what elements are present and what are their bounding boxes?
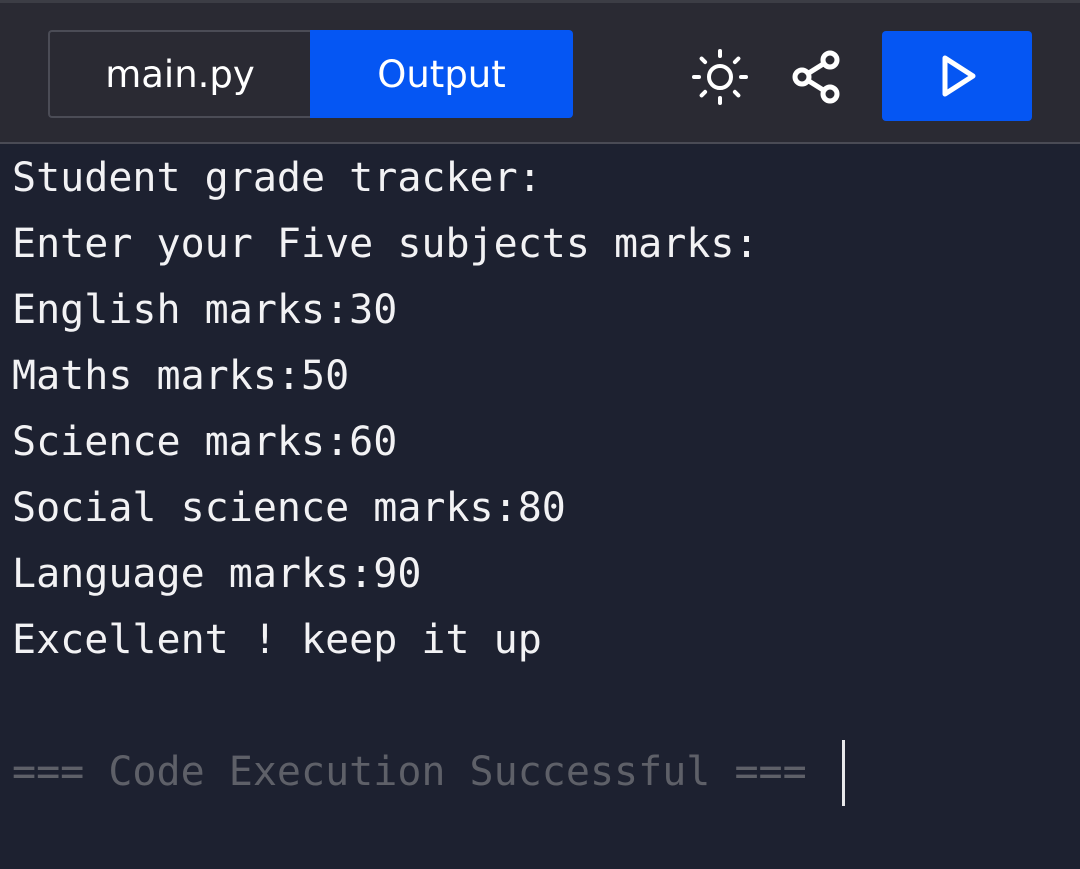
top-toolbar: main.py Output (0, 0, 1080, 144)
tab-main-py[interactable]: main.py (48, 30, 310, 118)
sun-icon (692, 49, 748, 105)
tab-output[interactable]: Output (310, 30, 573, 118)
theme-toggle-button[interactable] (686, 43, 754, 111)
console-line: Language marks:90 (12, 551, 422, 597)
share-button[interactable] (782, 43, 850, 111)
output-console[interactable]: Student grade tracker: Enter your Five s… (0, 146, 1080, 869)
console-line: Student grade tracker: (12, 155, 542, 201)
execution-status: === Code Execution Successful === (12, 749, 807, 795)
console-line: Excellent ! keep it up (12, 617, 542, 663)
console-line: Social science marks:80 (12, 485, 566, 531)
run-button[interactable] (882, 31, 1032, 121)
tab-output-label: Output (377, 52, 506, 96)
console-line: Enter your Five subjects marks: (12, 221, 759, 267)
tab-main-py-label: main.py (105, 52, 255, 96)
text-cursor (842, 740, 845, 806)
online-python-compiler: main.py Output Student grade tracker: En… (0, 0, 1080, 869)
play-icon (942, 55, 976, 97)
share-icon (792, 50, 840, 104)
console-line: English marks:30 (12, 287, 398, 333)
console-line: Maths marks:50 (12, 353, 350, 399)
console-line: Science marks:60 (12, 419, 398, 465)
